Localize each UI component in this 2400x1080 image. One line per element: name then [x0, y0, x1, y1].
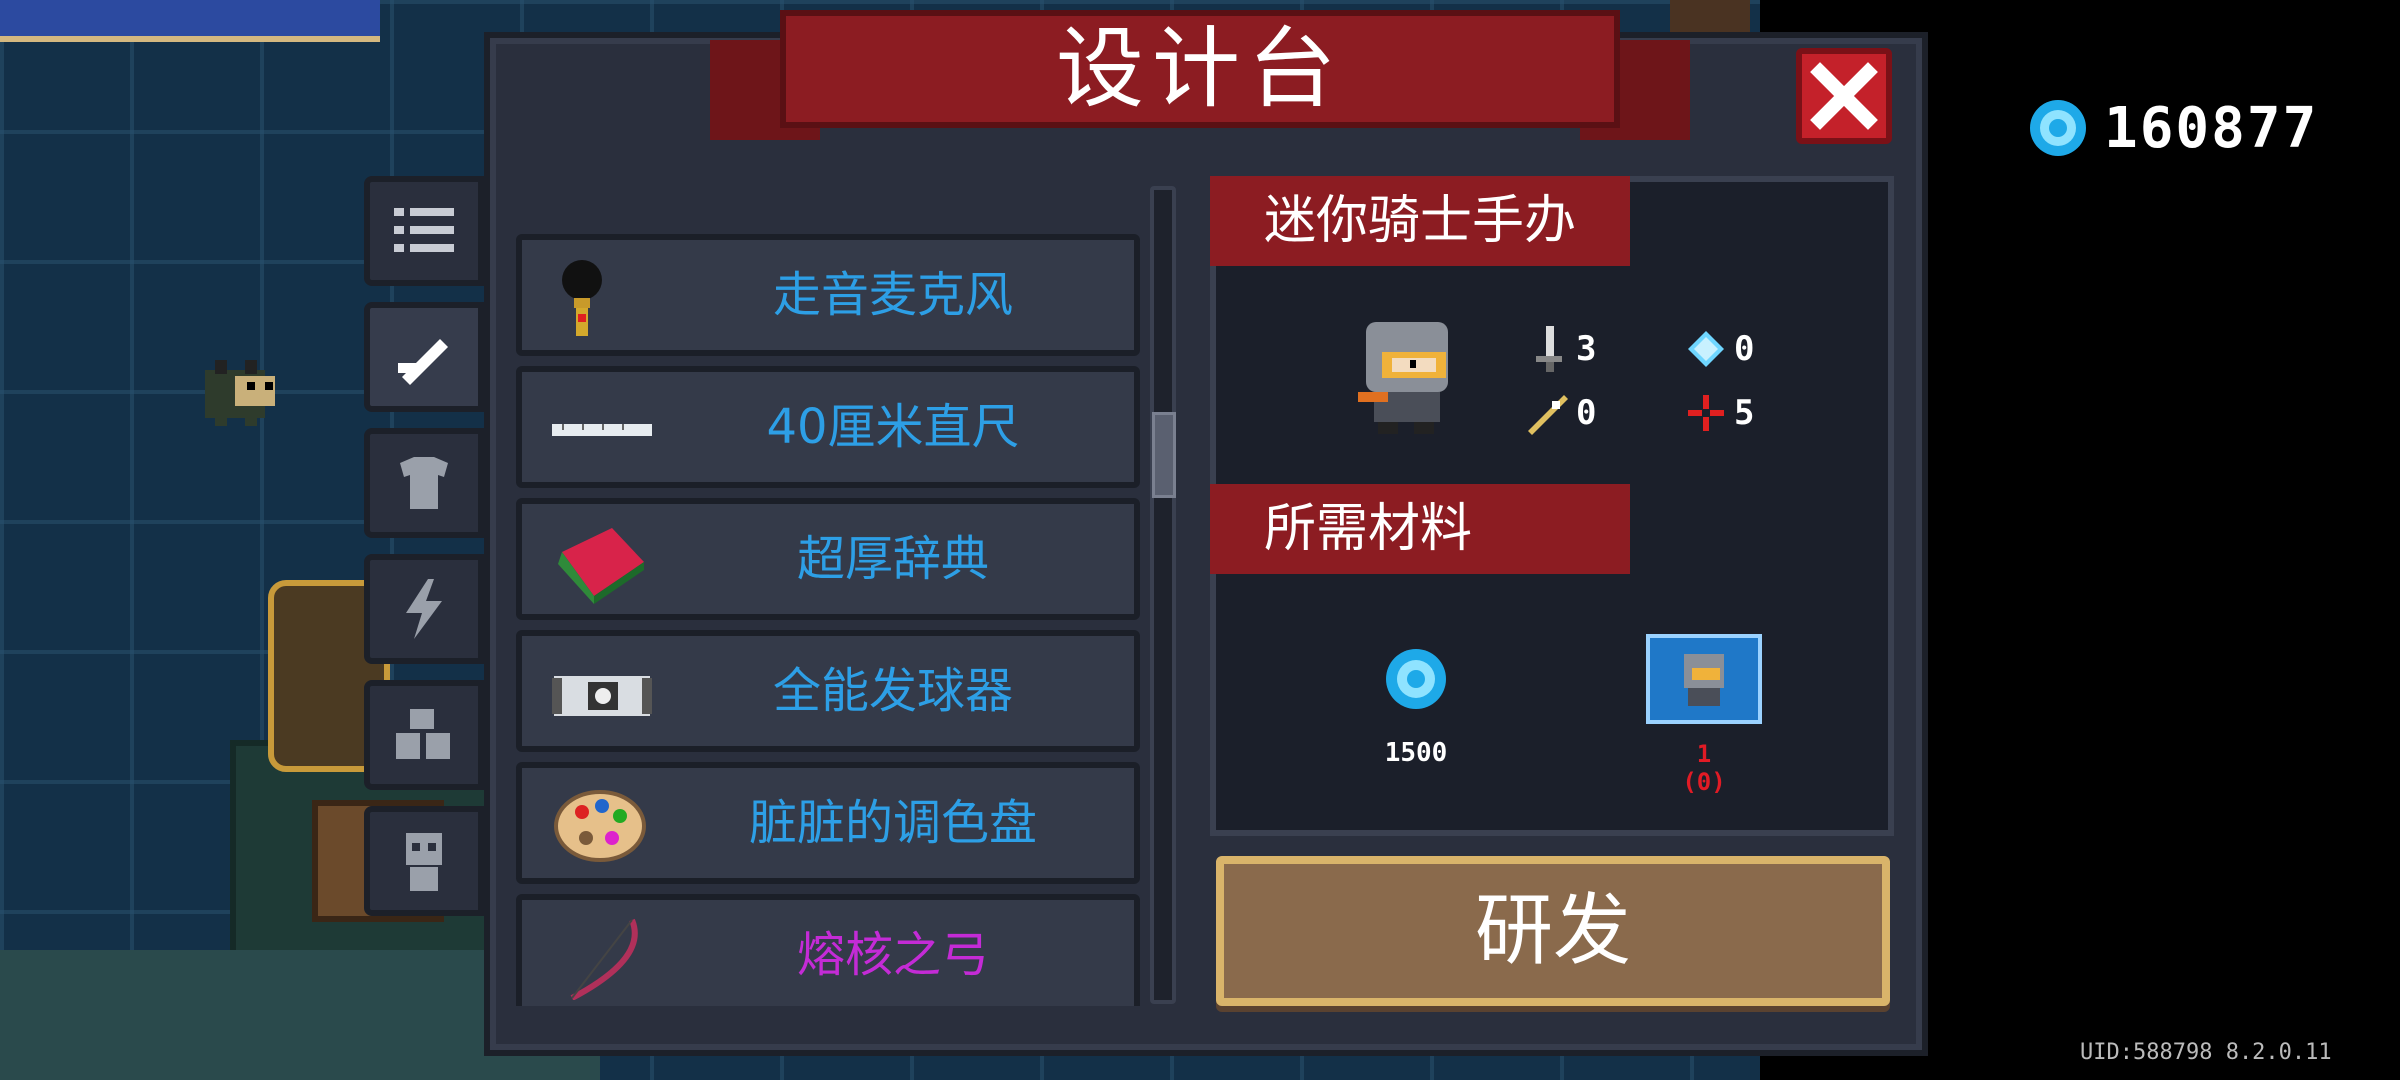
- gem-icon: [2030, 100, 2086, 156]
- tab-list[interactable]: [364, 176, 484, 286]
- close-icon: [1810, 62, 1878, 130]
- scrollbar-thumb[interactable]: [1152, 412, 1176, 498]
- blueprint-icon: [1646, 634, 1762, 724]
- item-name: 熔核之弓: [796, 927, 989, 983]
- item-name-ribbon: 迷你骑士手办: [1210, 176, 1630, 266]
- microphone-icon: [562, 260, 602, 336]
- stat-attack: 3: [1532, 324, 1596, 374]
- ruler-icon: [552, 424, 652, 436]
- knight-figure-icon: [1358, 322, 1448, 434]
- game-scene: 160877 设计台 走音麦克风 40厘米直尺 超厚辞典 全能发球器 脏脏的调色…: [0, 0, 2400, 1080]
- character-icon: [406, 833, 442, 891]
- list-item[interactable]: 熔核之弓: [516, 894, 1140, 1006]
- list-item[interactable]: 40厘米直尺: [516, 366, 1140, 488]
- dictionary-icon: [558, 528, 644, 604]
- weapon-icon: [398, 339, 448, 385]
- material-blueprint-owned: (0): [1682, 768, 1726, 796]
- energy-crystal-icon: [1688, 331, 1724, 367]
- recipe-list: 走音麦克风 40厘米直尺 超厚辞典 全能发球器 脏脏的调色盘 熔核之弓: [508, 176, 1148, 1006]
- uid-version: UID:588798 8.2.0.11: [2080, 1040, 2332, 1065]
- title-banner: 设计台: [710, 10, 1690, 140]
- materials-ribbon: 所需材料: [1210, 484, 1630, 574]
- list-scrollbar[interactable]: [1150, 186, 1176, 1004]
- currency-amount: 160877: [2104, 95, 2319, 161]
- list-icon: [394, 208, 454, 252]
- stat-energy: 0: [1686, 324, 1754, 374]
- materials-title: 所需材料: [1264, 499, 1473, 559]
- list-item[interactable]: 脏脏的调色盘: [516, 762, 1140, 884]
- crosshair-icon: [1688, 395, 1724, 431]
- carpet-strip: [0, 0, 380, 42]
- develop-button-label: 研发: [1474, 886, 1631, 976]
- tab-armor[interactable]: [364, 428, 484, 538]
- tab-weapons[interactable]: [364, 302, 484, 412]
- item-name: 脏脏的调色盘: [748, 795, 1037, 851]
- blocks-icon: [396, 709, 450, 759]
- item-name: 走音麦克风: [772, 267, 1013, 323]
- item-name: 40厘米直尺: [766, 399, 1020, 455]
- material-gem-amount: 1500: [1384, 738, 1448, 768]
- lightning-icon: [406, 579, 442, 639]
- critical-icon: [1528, 395, 1568, 435]
- list-item[interactable]: 超厚辞典: [516, 498, 1140, 620]
- panel-title: 设计台: [1055, 17, 1344, 120]
- tab-furniture[interactable]: [364, 680, 484, 790]
- close-button[interactable]: [1796, 48, 1892, 144]
- tab-skills[interactable]: [364, 554, 484, 664]
- palette-icon: [554, 790, 646, 862]
- currency-display: 160877: [2026, 95, 2319, 161]
- sword-icon: [1536, 326, 1562, 372]
- armor-icon: [400, 457, 448, 509]
- tab-characters[interactable]: [364, 806, 484, 916]
- ball-launcher-icon: [552, 676, 652, 716]
- bow-icon: [570, 918, 638, 1000]
- item-detail-box: 迷你骑士手办 3 0 0 5 所需材料 1500 1 (0): [1210, 176, 1894, 836]
- detail-item-name: 迷你骑士手办: [1264, 191, 1577, 251]
- item-name: 全能发球器: [772, 663, 1013, 719]
- pet-dog: [205, 360, 275, 426]
- gem-icon: [1386, 649, 1446, 709]
- stat-crit: 0: [1524, 388, 1596, 438]
- stat-accuracy: 5: [1686, 388, 1754, 438]
- material-blueprint-amount: 1: [1696, 740, 1712, 768]
- develop-button[interactable]: 研发: [1216, 856, 1890, 1006]
- crate: [1670, 0, 1750, 34]
- item-name: 超厚辞典: [796, 531, 989, 587]
- list-item[interactable]: 全能发球器: [516, 630, 1140, 752]
- list-item[interactable]: 走音麦克风: [516, 234, 1140, 356]
